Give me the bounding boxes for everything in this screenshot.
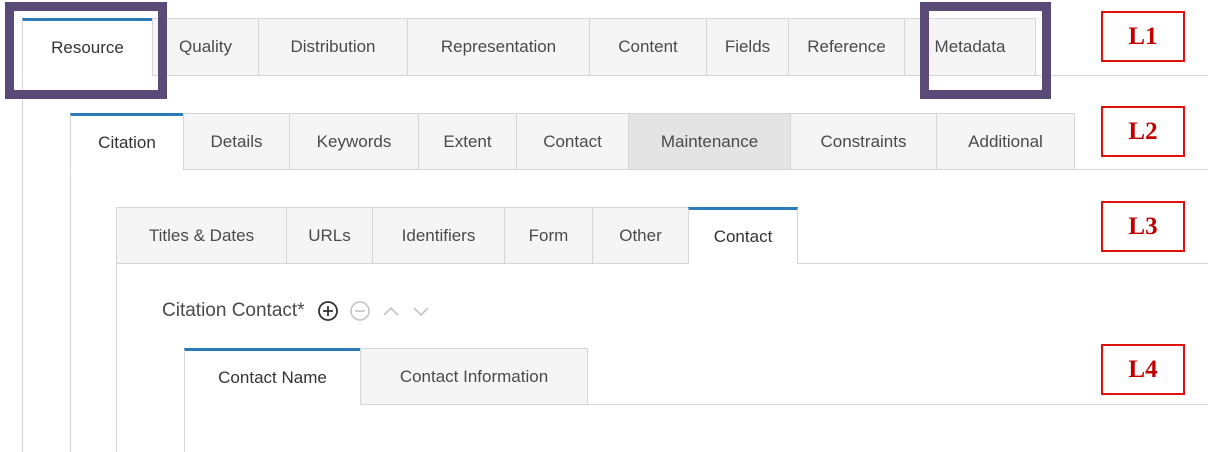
tab-content[interactable]: Content	[589, 18, 706, 76]
tab-representation[interactable]: Representation	[407, 18, 589, 76]
tab-quality[interactable]: Quality	[152, 18, 258, 76]
level-label-l3: L3	[1101, 201, 1185, 252]
tab-label: Quality	[179, 37, 232, 56]
tab-label: Representation	[440, 37, 557, 56]
tab-label: Reference	[807, 37, 886, 56]
tab-label: Contact Information	[399, 366, 549, 386]
citation-contact-label: Citation Contact*	[162, 300, 305, 321]
level-label-l1: L1	[1101, 11, 1185, 62]
l3-content-top-border	[797, 263, 1208, 264]
tab-constraints[interactable]: Constraints	[790, 113, 936, 170]
chevron-down-icon[interactable]	[411, 301, 431, 321]
l4-left-guide	[184, 404, 185, 452]
tab-contact-sub[interactable]: Contact	[688, 207, 798, 264]
level-label-l4: L4	[1101, 344, 1185, 395]
tab-titles-dates[interactable]: Titles & Dates	[116, 207, 286, 264]
l4-content-top-border	[588, 404, 1208, 405]
tab-label: Extent	[443, 131, 492, 151]
tab-label: Distribution	[290, 37, 376, 56]
tab-label: Additional	[968, 131, 1043, 151]
citation-contact-header: Citation Contact*	[162, 296, 431, 326]
tab-label: Constraints	[820, 131, 907, 151]
tab-label: URLs	[308, 225, 351, 245]
level3-tab-bar: Titles & Dates URLs Identifiers Form Oth…	[116, 207, 798, 264]
tab-label: Citation	[98, 132, 156, 152]
tab-distribution[interactable]: Distribution	[258, 18, 407, 76]
tab-label: Contact	[543, 131, 602, 151]
tab-label: Form	[528, 225, 569, 245]
tab-details[interactable]: Details	[183, 113, 289, 170]
level-label-l2: L2	[1101, 106, 1185, 157]
tab-extent[interactable]: Extent	[418, 113, 516, 170]
tab-other[interactable]: Other	[592, 207, 688, 264]
l1-left-guide	[22, 76, 23, 452]
remove-circle-icon[interactable]	[349, 300, 371, 322]
tab-identifiers[interactable]: Identifiers	[372, 207, 504, 264]
tab-contact[interactable]: Contact	[516, 113, 628, 170]
tab-label: Contact	[713, 226, 773, 246]
tab-label: Contact Name	[218, 367, 327, 387]
tab-fields[interactable]: Fields	[706, 18, 788, 76]
tab-maintenance[interactable]: Maintenance	[628, 113, 790, 170]
l2-left-guide	[70, 169, 71, 452]
level4-tab-bar: Contact Name Contact Information	[184, 348, 588, 405]
tab-additional[interactable]: Additional	[936, 113, 1075, 170]
tab-urls[interactable]: URLs	[286, 207, 372, 264]
tab-label: Keywords	[316, 131, 392, 151]
add-circle-icon[interactable]	[317, 300, 339, 322]
l3-left-guide	[116, 263, 117, 452]
tab-citation[interactable]: Citation	[70, 113, 183, 170]
tab-label: Titles & Dates	[148, 225, 255, 245]
level2-tab-bar: Citation Details Keywords Extent Contact…	[70, 113, 1075, 170]
tab-label: Fields	[724, 37, 771, 56]
tab-keywords[interactable]: Keywords	[289, 113, 418, 170]
tab-contact-information[interactable]: Contact Information	[360, 348, 588, 405]
chevron-up-icon[interactable]	[381, 301, 401, 321]
tab-contact-name[interactable]: Contact Name	[184, 348, 360, 405]
tab-form[interactable]: Form	[504, 207, 592, 264]
metadata-highlight-box	[920, 2, 1051, 99]
tab-label: Content	[618, 37, 678, 56]
tab-label: Details	[210, 131, 263, 151]
level1-tab-bar: Resource Quality Distribution Representa…	[22, 18, 1036, 76]
tab-label: Identifiers	[401, 225, 476, 245]
tab-reference[interactable]: Reference	[788, 18, 904, 76]
tab-label: Maintenance	[660, 131, 759, 151]
resource-highlight-box	[5, 2, 167, 99]
tab-label: Other	[619, 225, 662, 245]
